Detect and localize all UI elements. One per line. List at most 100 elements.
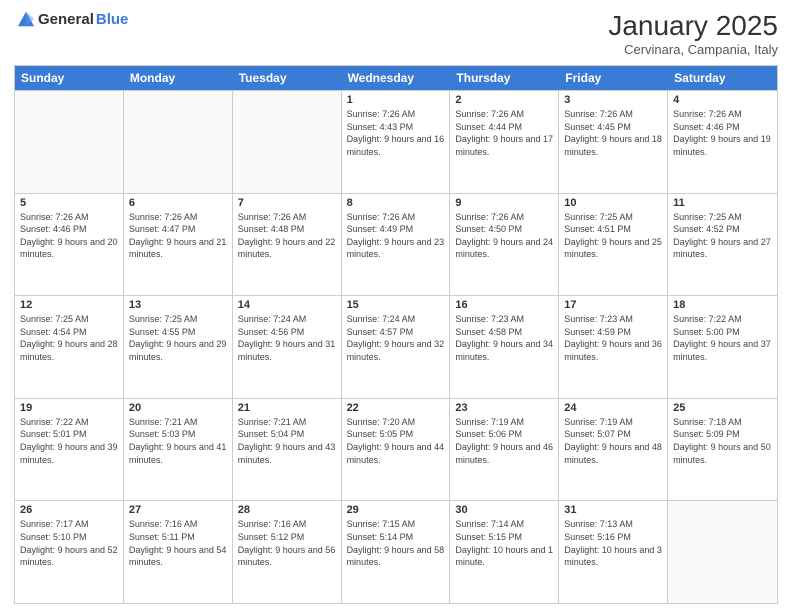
cell-info-9: Sunrise: 7:26 AM Sunset: 4:50 PM Dayligh…	[455, 211, 553, 261]
cell-info-29: Sunrise: 7:15 AM Sunset: 5:14 PM Dayligh…	[347, 518, 445, 568]
day-number-2: 2	[455, 94, 553, 106]
cell-info-25: Sunrise: 7:18 AM Sunset: 5:09 PM Dayligh…	[673, 416, 772, 466]
header-thursday: Thursday	[450, 66, 559, 90]
day-number-23: 23	[455, 402, 553, 414]
day-number-4: 4	[673, 94, 772, 106]
day-number-16: 16	[455, 299, 553, 311]
day-number-14: 14	[238, 299, 336, 311]
cell-info-7: Sunrise: 7:26 AM Sunset: 4:48 PM Dayligh…	[238, 211, 336, 261]
day-number-18: 18	[673, 299, 772, 311]
cell-info-24: Sunrise: 7:19 AM Sunset: 5:07 PM Dayligh…	[564, 416, 662, 466]
cal-cell-4-6	[668, 501, 777, 603]
cell-info-6: Sunrise: 7:26 AM Sunset: 4:47 PM Dayligh…	[129, 211, 227, 261]
cell-info-19: Sunrise: 7:22 AM Sunset: 5:01 PM Dayligh…	[20, 416, 118, 466]
week-row-2: 12 Sunrise: 7:25 AM Sunset: 4:54 PM Dayli…	[15, 295, 777, 398]
cal-cell-4-3: 29 Sunrise: 7:15 AM Sunset: 5:14 PM Dayli…	[342, 501, 451, 603]
day-number-15: 15	[347, 299, 445, 311]
week-row-3: 19 Sunrise: 7:22 AM Sunset: 5:01 PM Dayli…	[15, 398, 777, 501]
cal-cell-1-3: 8Sunrise: 7:26 AM Sunset: 4:49 PM Daylig…	[342, 194, 451, 296]
day-number-21: 21	[238, 402, 336, 414]
week-row-4: 26 Sunrise: 7:17 AM Sunset: 5:10 PM Dayli…	[15, 500, 777, 603]
cal-cell-1-1: 6 Sunrise: 7:26 AM Sunset: 4:47 PM Daylig…	[124, 194, 233, 296]
logo-general: General	[38, 11, 94, 28]
day-number-10: 10	[564, 197, 662, 209]
location: Cervinara, Campania, Italy	[608, 42, 778, 57]
header-monday: Monday	[124, 66, 233, 90]
cell-info-11: Sunrise: 7:25 AM Sunset: 4:52 PM Dayligh…	[673, 211, 772, 261]
cal-cell-0-1	[124, 91, 233, 193]
title-area: January 2025 Cervinara, Campania, Italy	[608, 10, 778, 57]
cal-cell-0-6: 4 Sunrise: 7:26 AM Sunset: 4:46 PM Daylig…	[668, 91, 777, 193]
logo: General Blue	[14, 10, 128, 28]
day-number-27: 27	[129, 504, 227, 516]
cell-info-3: Sunrise: 7:26 AM Sunset: 4:45 PM Dayligh…	[564, 108, 662, 158]
calendar-body: 1Sunrise: 7:26 AM Sunset: 4:43 PM Daylig…	[15, 90, 777, 603]
cell-info-31: Sunrise: 7:13 AM Sunset: 5:16 PM Dayligh…	[564, 518, 662, 568]
day-number-3: 3	[564, 94, 662, 106]
cal-cell-3-3: 22 Sunrise: 7:20 AM Sunset: 5:05 PM Dayli…	[342, 399, 451, 501]
week-row-1: 5Sunrise: 7:26 AM Sunset: 4:46 PM Daylig…	[15, 193, 777, 296]
cal-cell-3-0: 19 Sunrise: 7:22 AM Sunset: 5:01 PM Dayli…	[15, 399, 124, 501]
cal-cell-2-2: 14 Sunrise: 7:24 AM Sunset: 4:56 PM Dayli…	[233, 296, 342, 398]
cal-cell-3-6: 25 Sunrise: 7:18 AM Sunset: 5:09 PM Dayli…	[668, 399, 777, 501]
cell-info-2: Sunrise: 7:26 AM Sunset: 4:44 PM Dayligh…	[455, 108, 553, 158]
cal-cell-3-2: 21 Sunrise: 7:21 AM Sunset: 5:04 PM Dayli…	[233, 399, 342, 501]
cal-cell-2-1: 13 Sunrise: 7:25 AM Sunset: 4:55 PM Dayli…	[124, 296, 233, 398]
day-number-20: 20	[129, 402, 227, 414]
cal-cell-0-5: 3 Sunrise: 7:26 AM Sunset: 4:45 PM Daylig…	[559, 91, 668, 193]
cal-cell-0-2	[233, 91, 342, 193]
day-number-30: 30	[455, 504, 553, 516]
header-friday: Friday	[559, 66, 668, 90]
cal-cell-3-1: 20Sunrise: 7:21 AM Sunset: 5:03 PM Dayli…	[124, 399, 233, 501]
cell-info-12: Sunrise: 7:25 AM Sunset: 4:54 PM Dayligh…	[20, 313, 118, 363]
cal-cell-4-0: 26 Sunrise: 7:17 AM Sunset: 5:10 PM Dayli…	[15, 501, 124, 603]
day-number-25: 25	[673, 402, 772, 414]
cell-info-22: Sunrise: 7:20 AM Sunset: 5:05 PM Dayligh…	[347, 416, 445, 466]
header-wednesday: Wednesday	[342, 66, 451, 90]
cell-info-13: Sunrise: 7:25 AM Sunset: 4:55 PM Dayligh…	[129, 313, 227, 363]
cell-info-18: Sunrise: 7:22 AM Sunset: 5:00 PM Dayligh…	[673, 313, 772, 363]
cell-info-17: Sunrise: 7:23 AM Sunset: 4:59 PM Dayligh…	[564, 313, 662, 363]
cal-cell-4-5: 31Sunrise: 7:13 AM Sunset: 5:16 PM Dayli…	[559, 501, 668, 603]
week-row-0: 1Sunrise: 7:26 AM Sunset: 4:43 PM Daylig…	[15, 90, 777, 193]
cal-cell-2-6: 18 Sunrise: 7:22 AM Sunset: 5:00 PM Dayli…	[668, 296, 777, 398]
header-saturday: Saturday	[668, 66, 777, 90]
day-number-1: 1	[347, 94, 445, 106]
cell-info-14: Sunrise: 7:24 AM Sunset: 4:56 PM Dayligh…	[238, 313, 336, 363]
day-number-7: 7	[238, 197, 336, 209]
cell-info-4: Sunrise: 7:26 AM Sunset: 4:46 PM Dayligh…	[673, 108, 772, 158]
cal-cell-1-2: 7 Sunrise: 7:26 AM Sunset: 4:48 PM Daylig…	[233, 194, 342, 296]
cal-cell-1-0: 5Sunrise: 7:26 AM Sunset: 4:46 PM Daylig…	[15, 194, 124, 296]
day-number-29: 29	[347, 504, 445, 516]
page: General Blue January 2025 Cervinara, Cam…	[0, 0, 792, 612]
day-number-28: 28	[238, 504, 336, 516]
day-number-11: 11	[673, 197, 772, 209]
logo-icon	[16, 10, 36, 28]
cell-info-10: Sunrise: 7:25 AM Sunset: 4:51 PM Dayligh…	[564, 211, 662, 261]
day-number-22: 22	[347, 402, 445, 414]
day-number-24: 24	[564, 402, 662, 414]
cell-info-16: Sunrise: 7:23 AM Sunset: 4:58 PM Dayligh…	[455, 313, 553, 363]
cal-cell-0-0	[15, 91, 124, 193]
day-number-8: 8	[347, 197, 445, 209]
cell-info-21: Sunrise: 7:21 AM Sunset: 5:04 PM Dayligh…	[238, 416, 336, 466]
day-number-26: 26	[20, 504, 118, 516]
calendar-header: Sunday Monday Tuesday Wednesday Thursday…	[15, 66, 777, 90]
cal-cell-2-4: 16 Sunrise: 7:23 AM Sunset: 4:58 PM Dayli…	[450, 296, 559, 398]
month-title: January 2025	[608, 10, 778, 42]
cal-cell-4-4: 30Sunrise: 7:14 AM Sunset: 5:15 PM Dayli…	[450, 501, 559, 603]
cell-info-28: Sunrise: 7:16 AM Sunset: 5:12 PM Dayligh…	[238, 518, 336, 568]
day-number-13: 13	[129, 299, 227, 311]
cell-info-23: Sunrise: 7:19 AM Sunset: 5:06 PM Dayligh…	[455, 416, 553, 466]
day-number-9: 9	[455, 197, 553, 209]
header: General Blue January 2025 Cervinara, Cam…	[14, 10, 778, 57]
day-number-19: 19	[20, 402, 118, 414]
cell-info-27: Sunrise: 7:16 AM Sunset: 5:11 PM Dayligh…	[129, 518, 227, 568]
day-number-12: 12	[20, 299, 118, 311]
header-tuesday: Tuesday	[233, 66, 342, 90]
cell-info-5: Sunrise: 7:26 AM Sunset: 4:46 PM Dayligh…	[20, 211, 118, 261]
cal-cell-1-5: 10 Sunrise: 7:25 AM Sunset: 4:51 PM Dayli…	[559, 194, 668, 296]
day-number-6: 6	[129, 197, 227, 209]
cell-info-26: Sunrise: 7:17 AM Sunset: 5:10 PM Dayligh…	[20, 518, 118, 568]
cal-cell-1-6: 11 Sunrise: 7:25 AM Sunset: 4:52 PM Dayli…	[668, 194, 777, 296]
